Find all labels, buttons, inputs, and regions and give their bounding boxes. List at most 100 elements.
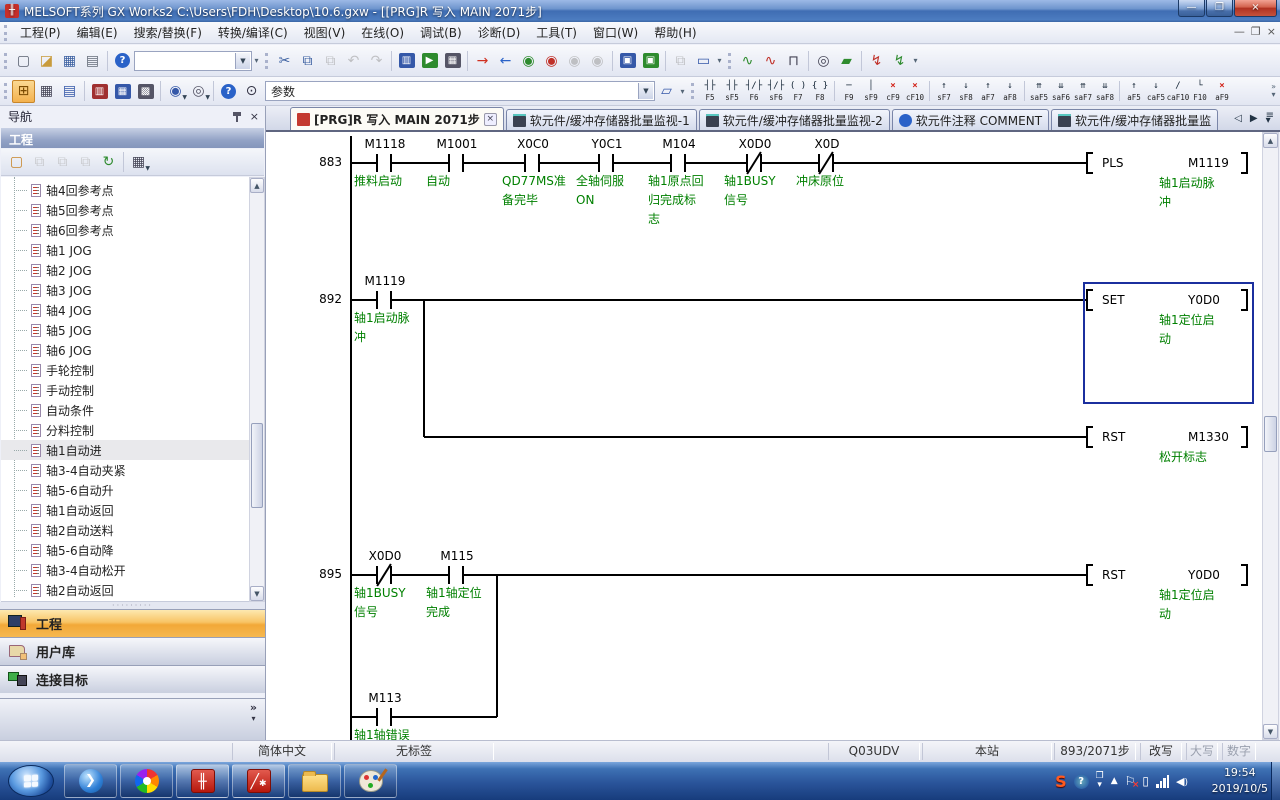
hidden-icons-chevron-icon[interactable]: ▲ (1111, 777, 1118, 786)
tree-scrollbar[interactable]: ▲ ▼ (249, 177, 265, 602)
device-display-2-icon[interactable]: ▣ (639, 49, 662, 72)
taskbar-paint-button[interactable] (344, 764, 397, 798)
tab-close-icon[interactable]: × (484, 113, 497, 126)
tree-item[interactable]: 轴1自动进 (1, 440, 249, 460)
start-button[interactable] (8, 765, 54, 797)
device-initial-value-icon[interactable]: ▩ (134, 80, 157, 103)
print-preview-icon[interactable]: ▱ (655, 80, 678, 103)
taskbar-gxworks2-button[interactable]: ╫ (176, 764, 229, 798)
toolbar-overflow-icon[interactable]: ▾ (252, 56, 261, 65)
panel-expand-icon[interactable]: »▾ (250, 703, 257, 724)
mdi-minimize-button[interactable]: — (1234, 25, 1245, 38)
power-plug-icon[interactable]: ▯ (1142, 777, 1149, 786)
toolbar-overflow-icon[interactable]: »▾ (1271, 83, 1276, 99)
tab-scroll-right-icon[interactable]: ▶ (1250, 113, 1258, 124)
open-project-icon[interactable]: ◪ (35, 49, 58, 72)
monitor-pause-icon[interactable]: ◉ (563, 49, 586, 72)
monitor-stop-icon[interactable]: ◉ (540, 49, 563, 72)
tree-item[interactable]: 轴2自动送料 (1, 520, 249, 540)
fkey-saF8[interactable]: ⇊saF8 (1094, 79, 1116, 104)
contact-Y0C1[interactable] (598, 154, 614, 172)
tree-item[interactable]: 轴3 JOG (1, 280, 249, 300)
output-operand[interactable]: Y0D0 (1188, 567, 1220, 583)
contact-M104[interactable] (670, 154, 686, 172)
tab-5[interactable]: 软元件/缓冲存储器批量监 (1051, 109, 1218, 130)
menu-item[interactable]: 在线(O) (353, 21, 412, 44)
contact-X0D0-nc[interactable] (376, 566, 392, 584)
contact-M1001[interactable] (448, 154, 464, 172)
toolbar-overflow-icon[interactable]: ▾ (678, 87, 687, 96)
tree-item[interactable]: 手动控制 (1, 380, 249, 400)
minimize-button[interactable]: — (1178, 0, 1205, 17)
fkey-F10[interactable]: └F10 (1189, 79, 1211, 104)
print-icon[interactable]: ▤ (81, 49, 104, 72)
snapshot-icon[interactable]: ▰ (835, 49, 858, 72)
output-instruction[interactable]: RST (1102, 429, 1125, 445)
menu-item[interactable]: 编辑(E) (69, 21, 126, 44)
menu-item[interactable]: 窗口(W) (585, 21, 646, 44)
output-operand[interactable]: M1119 (1188, 155, 1229, 171)
tree-item[interactable]: 自动条件 (1, 400, 249, 420)
fkey-F6[interactable]: ┤/├F6 (743, 79, 765, 104)
tree-item[interactable]: 轴2自动返回 (1, 580, 249, 600)
tree-item[interactable]: 手轮控制 (1, 360, 249, 380)
scroll-up-icon[interactable]: ▲ (1263, 133, 1278, 148)
paste-special-icon[interactable]: ⧉ (669, 49, 692, 72)
data-logging-icon[interactable]: ∿ (759, 49, 782, 72)
device-find-icon[interactable]: ◎▼ (187, 80, 210, 103)
find-replace-icon[interactable]: ⊙ (240, 80, 263, 103)
tab-3[interactable]: 软元件/缓冲存储器批量监视-2 (699, 109, 890, 130)
program-part-combo[interactable]: 参数 ▼ (265, 81, 655, 101)
contact-M1119[interactable] (376, 291, 392, 309)
fkey-sF5[interactable]: ┤├sF5 (721, 79, 743, 104)
tab-1[interactable]: [PRG]R 写入 MAIN 2071步× (290, 107, 504, 130)
action-center-flag-icon[interactable]: ⚐× (1125, 774, 1136, 788)
realtime-monitor-icon[interactable]: ⊓ (782, 49, 805, 72)
toolbar-overflow-icon[interactable]: ▾ (715, 56, 724, 65)
taskbar-media-button[interactable] (120, 764, 173, 798)
help-icon[interactable]: ? (111, 49, 134, 72)
tree-item[interactable]: 轴3-4自动夹紧 (1, 460, 249, 480)
taskbar-gxconfig-button[interactable]: ╱✱ (232, 764, 285, 798)
navigation-window-toggle-icon[interactable]: ⊞ (12, 80, 35, 103)
pin-icon[interactable] (232, 111, 242, 123)
chevron-down-icon[interactable]: ▼ (235, 53, 250, 69)
sort-filter-icon[interactable]: ▦▼ (127, 151, 150, 174)
fkey-saF6[interactable]: ⇊saF6 (1050, 79, 1072, 104)
tree-item[interactable]: 轴5回参考点 (1, 200, 249, 220)
nav-button-project[interactable]: 工程 (0, 609, 265, 637)
toolbar-grip[interactable] (265, 53, 269, 69)
mdi-restore-button[interactable]: ❐ (1251, 25, 1261, 38)
toolbar-overflow-icon[interactable]: ▾ (911, 56, 920, 65)
fkey-F7[interactable]: ( )F7 (787, 79, 809, 104)
device-comment-list-icon[interactable]: ▥ (88, 80, 111, 103)
maximize-button[interactable]: ❐ (1206, 0, 1233, 17)
fkey-cF9[interactable]: ×cF9 (882, 79, 904, 104)
fkey-aF5[interactable]: ↑aF5 (1123, 79, 1145, 104)
contact-M113[interactable] (376, 708, 392, 726)
panel-splitter[interactable]: ········· (0, 602, 265, 609)
program-list-icon[interactable]: ▤ (58, 80, 81, 103)
tab-scroll-left-icon[interactable]: ◁ (1234, 113, 1242, 124)
output-instruction[interactable]: PLS (1102, 155, 1124, 171)
contact-M1118[interactable] (376, 154, 392, 172)
cut-icon[interactable]: ✂ (273, 49, 296, 72)
tab-4[interactable]: 软元件注释 COMMENT (892, 109, 1049, 130)
trend-graph-2-icon[interactable]: ↯ (888, 49, 911, 72)
trend-graph-1-icon[interactable]: ↯ (865, 49, 888, 72)
copy-icon[interactable]: ⧉ (296, 49, 319, 72)
toolbar-grip[interactable] (4, 25, 8, 41)
menu-item[interactable]: 搜索/替换(F) (126, 21, 210, 44)
device-memory-icon[interactable]: ▦ (111, 80, 134, 103)
paste-icon[interactable]: ⧉ (319, 49, 342, 72)
copy-item-icon[interactable]: ⧉ (28, 151, 51, 174)
fkey-aF9[interactable]: ×aF9 (1211, 79, 1233, 104)
fkey-sF9[interactable]: │sF9 (860, 79, 882, 104)
property-icon[interactable]: ⧉ (74, 151, 97, 174)
chevron-down-icon[interactable]: ▼ (638, 83, 653, 99)
menu-item[interactable]: 诊断(D) (470, 21, 529, 44)
monitor-start-icon[interactable]: ◉ (517, 49, 540, 72)
tree-item[interactable]: 轴1自动返回 (1, 500, 249, 520)
device-display-format-icon[interactable]: ◉▼ (164, 80, 187, 103)
fkey-F8[interactable]: { }F8 (809, 79, 831, 104)
